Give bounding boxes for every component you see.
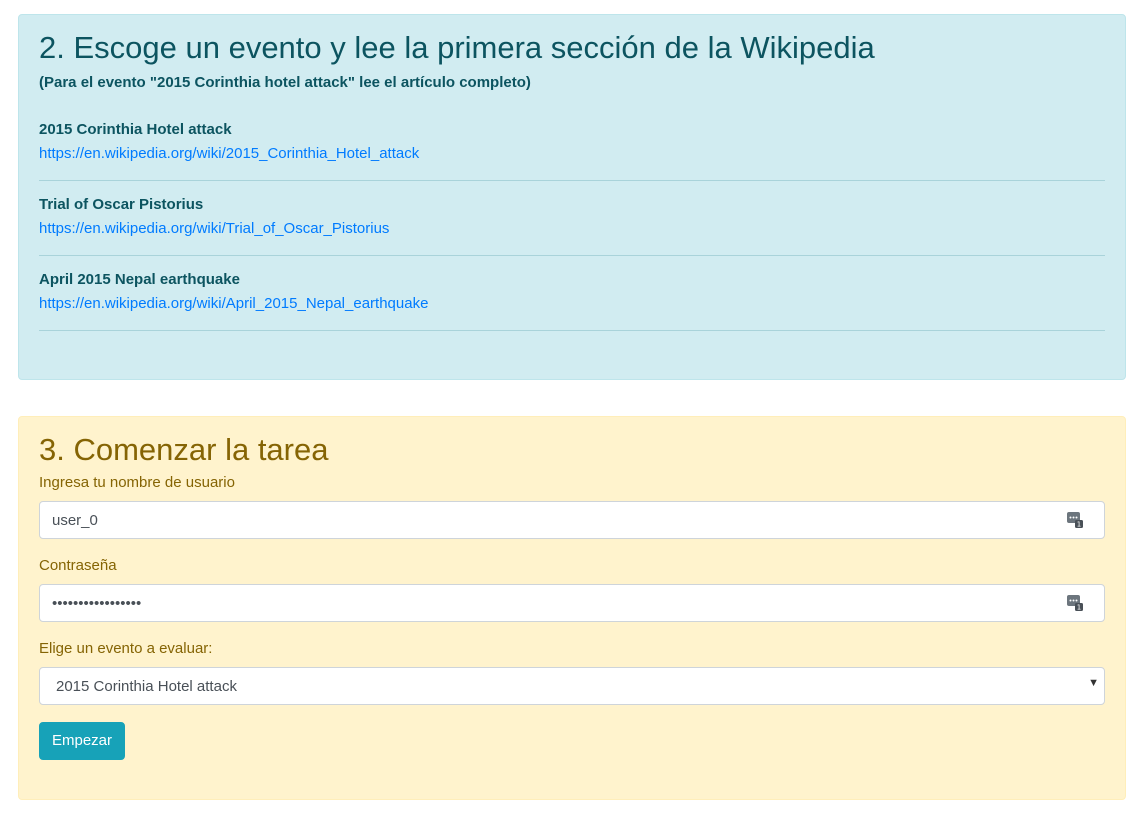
svg-text:1: 1 bbox=[1077, 604, 1081, 612]
password-field-wrapper: 1 bbox=[39, 584, 1105, 623]
section-3-title: 3. Comenzar la tarea bbox=[39, 432, 329, 467]
list-item: April 2015 Nepal earthquake https://en.w… bbox=[39, 256, 1105, 332]
section-2-title: 2. Escoge un evento y lee la primera sec… bbox=[39, 30, 875, 65]
list-item: Trial of Oscar Pistorius https://en.wiki… bbox=[39, 181, 1105, 257]
password-label: Contraseña bbox=[39, 557, 117, 575]
password-manager-icon[interactable]: 1 bbox=[1066, 511, 1084, 529]
password-manager-icon[interactable]: 1 bbox=[1066, 594, 1084, 612]
event-select[interactable]: 2015 Corinthia Hotel attack ▼ bbox=[39, 667, 1105, 706]
event-select-label: Elige un evento a evaluar: bbox=[39, 640, 213, 658]
event-select-value: 2015 Corinthia Hotel attack bbox=[56, 678, 237, 696]
event-title: April 2015 Nepal earthquake bbox=[39, 271, 240, 289]
username-input[interactable] bbox=[40, 502, 1044, 539]
event-title: Trial of Oscar Pistorius bbox=[39, 196, 204, 214]
event-list: 2015 Corinthia Hotel attack https://en.w… bbox=[39, 119, 1105, 332]
event-wikipedia-link[interactable]: https://en.wikipedia.org/wiki/2015_Corin… bbox=[39, 142, 1105, 166]
password-input[interactable] bbox=[40, 585, 1044, 622]
username-label: Ingresa tu nombre de usuario bbox=[39, 474, 235, 492]
section-2-subtitle: (Para el evento "2015 Corinthia hotel at… bbox=[39, 74, 531, 92]
event-wikipedia-link[interactable]: https://en.wikipedia.org/wiki/Trial_of_O… bbox=[39, 217, 1105, 241]
chevron-down-icon: ▼ bbox=[1088, 677, 1099, 690]
start-button[interactable]: Empezar bbox=[39, 722, 126, 761]
event-selection-panel: 2. Escoge un evento y lee la primera sec… bbox=[18, 14, 1126, 380]
event-wikipedia-link[interactable]: https://en.wikipedia.org/wiki/April_2015… bbox=[39, 292, 1105, 316]
start-task-panel: 3. Comenzar la tarea Ingresa tu nombre d… bbox=[18, 416, 1126, 800]
username-field-wrapper: 1 bbox=[39, 501, 1105, 540]
svg-text:1: 1 bbox=[1077, 521, 1081, 529]
list-item: 2015 Corinthia Hotel attack https://en.w… bbox=[39, 119, 1105, 182]
event-title: 2015 Corinthia Hotel attack bbox=[39, 121, 232, 139]
